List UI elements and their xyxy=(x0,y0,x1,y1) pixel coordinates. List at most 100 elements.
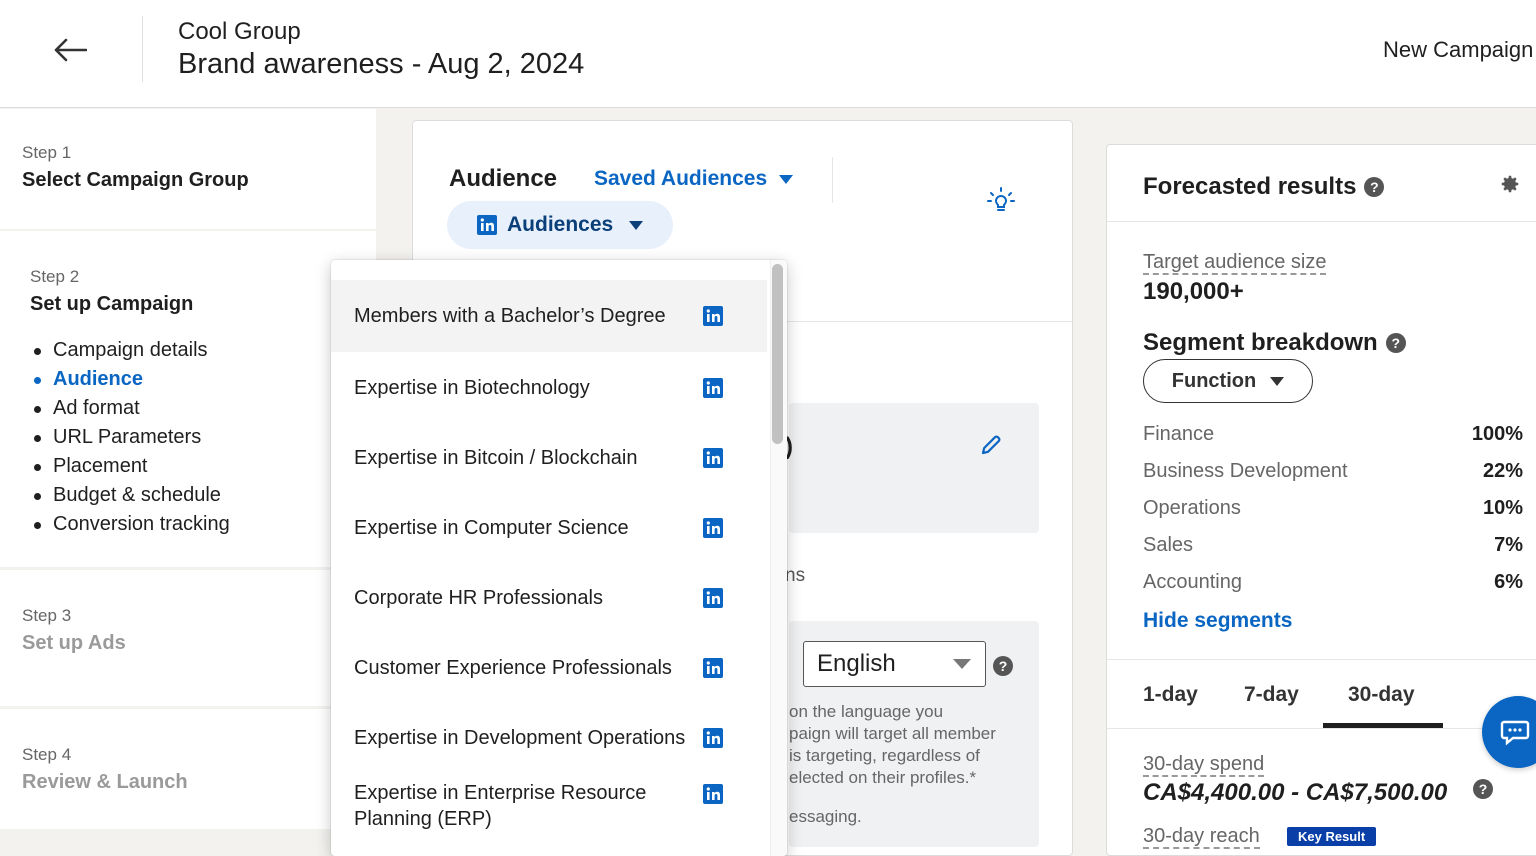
header-divider xyxy=(142,16,143,82)
step-4-title: Review & Launch xyxy=(22,771,188,793)
substep-campaign-details[interactable]: Campaign details xyxy=(30,336,376,365)
segment-name: Sales xyxy=(1143,534,1194,556)
question-circle-icon[interactable]: ? xyxy=(1473,779,1493,799)
segment-name: Accounting xyxy=(1143,571,1242,593)
list-item-label: Corporate HR Professionals xyxy=(354,587,603,609)
step-4-card[interactable]: Step 4 Review & Launch xyxy=(0,709,376,829)
target-audience-value: 190,000+ xyxy=(1143,278,1244,305)
list-item[interactable]: Customer Experience Professionals xyxy=(331,632,767,704)
linkedin-icon xyxy=(703,448,723,468)
lightbulb-icon[interactable] xyxy=(985,185,1017,217)
list-item[interactable]: Expertise in Bitcoin / Blockchain xyxy=(331,422,767,494)
step-2-title: Set up Campaign xyxy=(30,293,194,315)
caret-down-icon xyxy=(629,220,644,230)
linkedin-icon xyxy=(703,588,723,608)
saved-audiences-dropdown[interactable]: Saved Audiences xyxy=(594,167,794,191)
campaign-name: Brand awareness - Aug 2, 2024 xyxy=(178,48,585,80)
segment-breakdown-title: Segment breakdown ? xyxy=(1143,329,1406,357)
list-item[interactable]: Corporate HR Professionals xyxy=(331,562,767,634)
language-help-icon[interactable]: ? xyxy=(993,656,1013,676)
list-item[interactable]: Members with a Bachelor’s Degree xyxy=(331,280,767,352)
substep-conversion-tracking[interactable]: Conversion tracking xyxy=(30,510,376,539)
segment-name: Business Development xyxy=(1143,460,1348,482)
chat-icon xyxy=(1500,720,1530,746)
question-circle-icon[interactable]: ? xyxy=(1385,333,1406,353)
spend-label[interactable]: 30-day spend xyxy=(1143,753,1265,777)
tab-1-day[interactable]: 1-day xyxy=(1143,683,1198,707)
header-separator xyxy=(832,157,833,203)
segment-row: Accounting 6% xyxy=(1143,571,1523,594)
segment-percent: 10% xyxy=(1482,497,1523,519)
back-button[interactable] xyxy=(50,32,90,68)
linkedin-icon xyxy=(703,658,723,678)
list-item-label: Expertise in Development Operations xyxy=(354,727,686,749)
step-1-card[interactable]: Step 1 Select Campaign Group xyxy=(0,109,376,229)
target-audience-label[interactable]: Target audience size xyxy=(1143,251,1327,275)
tab-7-day[interactable]: 7-day xyxy=(1244,683,1299,707)
linkedin-icon xyxy=(703,518,723,538)
step-2-card[interactable]: Step 2 Set up Campaign Campaign details … xyxy=(0,231,376,567)
substep-ad-format[interactable]: Ad format xyxy=(30,394,376,423)
list-item-label: Expertise in Computer Science xyxy=(354,517,629,539)
substep-budget-schedule[interactable]: Budget & schedule xyxy=(30,481,376,510)
substep-placement[interactable]: Placement xyxy=(30,452,376,481)
gear-icon[interactable] xyxy=(1499,173,1521,195)
list-item[interactable]: Expertise in Biotechnology xyxy=(331,352,767,424)
forecast-panel: Forecasted results ? Target audience siz… xyxy=(1106,144,1536,856)
segment-percent: 6% xyxy=(1494,571,1523,593)
audiences-pill-button[interactable]: Audiences xyxy=(447,201,673,249)
audiences-pill-label: Audiences xyxy=(507,213,614,236)
question-circle-icon[interactable]: ? xyxy=(1364,177,1385,197)
linkedin-icon xyxy=(477,215,497,235)
tab-30-day[interactable]: 30-day xyxy=(1348,683,1415,707)
segment-name: Operations xyxy=(1143,497,1241,519)
list-item-label: Expertise in Bitcoin / Blockchain xyxy=(354,447,638,469)
step-2-label: Step 2 xyxy=(30,267,80,286)
segment-percent: 100% xyxy=(1471,423,1523,445)
list-item-label: Expertise in Biotechnology xyxy=(354,377,590,399)
steps-sidebar: Step 1 Select Campaign Group Step 2 Set … xyxy=(0,109,376,856)
list-item[interactable]: Expertise in Computer Science xyxy=(331,492,767,564)
dropdown-scrollbar-thumb[interactable] xyxy=(772,264,783,444)
key-result-badge: Key Result xyxy=(1287,827,1377,846)
top-header: Cool Group Brand awareness - Aug 2, 2024… xyxy=(0,0,1536,108)
list-item[interactable]: Expertise in Enterprise Resource Plannin… xyxy=(331,774,767,852)
forecast-title: Forecasted results ? xyxy=(1143,173,1385,201)
segment-filter-label: Function xyxy=(1171,369,1257,392)
list-item-label: Members with a Bachelor’s Degree xyxy=(354,305,666,327)
list-item-label: Expertise in Enterprise Resource Plannin… xyxy=(354,782,647,830)
linkedin-icon xyxy=(703,784,723,804)
substep-url-parameters[interactable]: URL Parameters xyxy=(30,423,376,452)
step-3-card[interactable]: Step 3 Set up Ads xyxy=(0,570,376,706)
hide-segments-link[interactable]: Hide segments xyxy=(1143,609,1292,633)
segment-breakdown-text: Segment breakdown xyxy=(1143,329,1378,356)
forecast-title-text: Forecasted results xyxy=(1143,173,1357,200)
step-3-label: Step 3 xyxy=(22,606,72,625)
pencil-icon[interactable] xyxy=(979,433,1003,457)
divider xyxy=(1107,659,1536,660)
segment-row: Finance 100% xyxy=(1143,423,1523,446)
linkedin-icon xyxy=(703,728,723,748)
caret-down-icon xyxy=(953,659,971,669)
campaign-group-name: Cool Group xyxy=(178,18,301,45)
reach-label[interactable]: 30-day reach xyxy=(1143,825,1260,849)
segment-percent: 7% xyxy=(1494,534,1523,556)
segment-name: Finance xyxy=(1143,423,1215,445)
segment-filter-dropdown[interactable]: Function xyxy=(1143,359,1313,403)
language-select-value: English xyxy=(817,650,896,677)
audiences-dropdown-list: Members with a Bachelor’s Degree Experti… xyxy=(331,260,787,856)
spend-value: CA$4,400.00 - CA$7,500.00 xyxy=(1143,779,1448,806)
caret-down-icon xyxy=(779,174,794,184)
step-4-label: Step 4 xyxy=(22,745,72,764)
saved-audiences-label: Saved Audiences xyxy=(594,167,768,190)
audience-summary-box xyxy=(789,403,1039,533)
language-select[interactable]: English xyxy=(803,641,986,687)
step-1-label: Step 1 xyxy=(22,143,72,162)
substep-audience[interactable]: Audience xyxy=(30,365,376,394)
linkedin-icon xyxy=(703,306,723,326)
list-item[interactable]: Expertise in Development Operations xyxy=(331,702,767,774)
step-2-substeps: Campaign details Audience Ad format URL … xyxy=(30,336,376,539)
language-note: on the language you paign will target al… xyxy=(789,702,996,787)
segment-row: Operations 10% xyxy=(1143,497,1523,520)
divider xyxy=(1107,221,1536,222)
